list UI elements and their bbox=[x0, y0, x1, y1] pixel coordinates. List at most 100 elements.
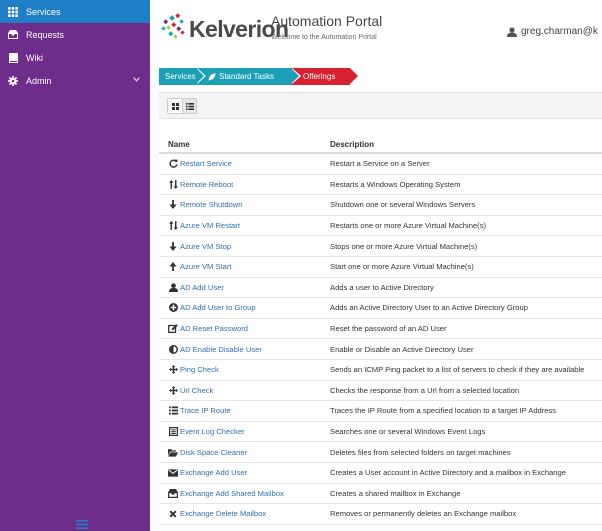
close-icon bbox=[168, 509, 178, 519]
half-circle-icon bbox=[168, 344, 178, 354]
offering-name-cell[interactable]: AD Add User to Group bbox=[159, 303, 330, 313]
table-row[interactable]: AD Add User to Group Adds an Active Direc… bbox=[159, 298, 602, 319]
table-row[interactable]: Exchange Add Shared Mailbox Creates a sha… bbox=[159, 484, 602, 505]
offering-name-cell[interactable]: Azure VM Stop bbox=[159, 241, 330, 251]
offering-name-link[interactable]: Exchange Add User bbox=[180, 468, 247, 477]
table-row[interactable]: Event Log Checker Searches one or several… bbox=[159, 422, 602, 443]
breadcrumb-standard-tasks[interactable]: Standard Tasks bbox=[196, 68, 301, 85]
offering-name-link[interactable]: Ping Check bbox=[180, 365, 219, 374]
move-arrows-icon bbox=[168, 365, 178, 375]
sidebar-item-label: Services bbox=[26, 6, 61, 17]
list-icon bbox=[168, 406, 178, 416]
table-row[interactable]: Azure VM Restart Restarts one or more Azu… bbox=[159, 216, 602, 237]
gear-icon bbox=[7, 75, 19, 87]
header: Kelverion Automation Portal Welcome to t… bbox=[150, 0, 602, 56]
kelverion-logo: Kelverion bbox=[160, 12, 289, 44]
offering-description: Removes or permanently deletes an Exchan… bbox=[330, 509, 517, 519]
list-view-button[interactable] bbox=[182, 99, 196, 113]
offering-name-link[interactable]: Azure VM Start bbox=[180, 262, 231, 271]
list-view-icon bbox=[185, 102, 194, 110]
offering-name-link[interactable]: Azure VM Restart bbox=[180, 221, 240, 230]
offering-name-link[interactable]: Exchange Delete Mailbox bbox=[180, 509, 266, 518]
sidebar-item-label: Admin bbox=[26, 75, 52, 86]
table-row[interactable]: Azure VM Start Start one or more Azure Vi… bbox=[159, 257, 602, 278]
table-row[interactable]: AD Enable Disable User Enable or Disable … bbox=[159, 339, 602, 360]
table-row[interactable]: Url Check Checks the response from a Url … bbox=[159, 381, 602, 402]
breadcrumb-label: Services bbox=[165, 72, 196, 81]
offering-description: Restarts one or more Azure Virtual Machi… bbox=[330, 221, 487, 231]
sidebar-item-requests[interactable]: Requests bbox=[0, 23, 150, 46]
table-row[interactable]: Remote Reboot Restarts a Windows Operatin… bbox=[159, 175, 602, 196]
offering-name-link[interactable]: AD Add User bbox=[180, 283, 224, 292]
offering-name-cell[interactable]: Ping Check bbox=[159, 365, 330, 375]
offering-description: Enable or Disable an Active Directory Us… bbox=[330, 344, 474, 354]
offering-name-cell[interactable]: AD Reset Password bbox=[159, 324, 330, 334]
arrow-down-icon bbox=[168, 241, 178, 251]
offering-name-cell[interactable]: Azure VM Restart bbox=[159, 221, 330, 231]
user-menu[interactable]: greg.charman@k bbox=[507, 26, 598, 37]
offering-name-link[interactable]: AD Enable Disable User bbox=[180, 345, 262, 354]
offering-name-link[interactable]: Trace IP Route bbox=[180, 406, 231, 415]
book-icon bbox=[7, 52, 19, 64]
sort-arrows-icon bbox=[168, 221, 178, 231]
grid-view-button[interactable] bbox=[168, 99, 182, 113]
table-row[interactable]: Remote Shutdown Shutdown one or several W… bbox=[159, 195, 602, 216]
table-row[interactable]: AD Add User Adds a user to Active Directo… bbox=[159, 278, 602, 299]
offering-name-cell[interactable]: Remote Shutdown bbox=[159, 200, 330, 210]
offering-name-link[interactable]: Azure VM Stop bbox=[180, 242, 231, 251]
offering-name-link[interactable]: Remote Reboot bbox=[180, 180, 233, 189]
offering-name-cell[interactable]: AD Enable Disable User bbox=[159, 344, 330, 354]
sidebar-item-admin[interactable]: Admin bbox=[0, 69, 150, 92]
column-header-description[interactable]: Description bbox=[330, 140, 602, 149]
offering-description: Searches one or several Windows Event Lo… bbox=[330, 427, 486, 437]
table-row[interactable]: Disk Space Cleaner Deletes files from sel… bbox=[159, 442, 602, 463]
offering-name-link[interactable]: AD Add User to Group bbox=[180, 303, 256, 312]
offering-description: Creates a shared mailbox in Exchange bbox=[330, 488, 461, 498]
offering-name-link[interactable]: Event Log Checker bbox=[180, 427, 245, 436]
offering-name-link[interactable]: Url Check bbox=[180, 386, 213, 395]
offering-name-cell[interactable]: Exchange Add User bbox=[159, 468, 330, 478]
offering-name-link[interactable]: Restart Service bbox=[180, 159, 232, 168]
offering-name-link[interactable]: Exchange Add Shared Mailbox bbox=[180, 489, 284, 498]
table-header: Name Description bbox=[159, 136, 602, 154]
sidebar-item-services[interactable]: Services bbox=[0, 0, 150, 23]
offering-name-cell[interactable]: Azure VM Start bbox=[159, 262, 330, 272]
offering-name-cell[interactable]: AD Add User bbox=[159, 282, 330, 292]
offering-name-cell[interactable]: Disk Space Cleaner bbox=[159, 447, 330, 457]
table-row[interactable]: Ping Check Sends an ICMP Ping packet to a… bbox=[159, 360, 602, 381]
table-row[interactable]: Exchange Delete Mailbox Removes or perman… bbox=[159, 504, 602, 525]
table-row[interactable]: Restart Service Restart a Service on a Se… bbox=[159, 154, 602, 175]
move-arrows-icon bbox=[168, 385, 178, 395]
offering-description: Creates a User account in Active Directo… bbox=[330, 468, 566, 478]
page-title: Automation Portal bbox=[271, 13, 383, 29]
offering-name-link[interactable]: Disk Space Cleaner bbox=[180, 448, 247, 457]
table-row[interactable]: Azure VM Stop Stops one or more Azure Vir… bbox=[159, 236, 602, 257]
breadcrumb-services[interactable]: Services bbox=[159, 68, 206, 85]
offering-name-link[interactable]: AD Reset Password bbox=[180, 324, 248, 333]
grid-view-icon bbox=[171, 102, 179, 110]
offering-description: Reset the password of an AD User bbox=[330, 324, 447, 334]
offering-description: Shutdown one or several Windows Servers bbox=[330, 200, 476, 210]
offering-description: Adds a user to Active Directory bbox=[330, 282, 434, 292]
page-subtitle: Welcome to the Automation Portal bbox=[271, 34, 377, 41]
offering-name-cell[interactable]: Restart Service bbox=[159, 159, 330, 169]
offering-name-cell[interactable]: Trace IP Route bbox=[159, 406, 330, 416]
column-header-name[interactable]: Name bbox=[159, 140, 330, 149]
table-row[interactable]: Exchange Add User Creates a User account … bbox=[159, 463, 602, 484]
offering-name-cell[interactable]: Exchange Add Shared Mailbox bbox=[159, 488, 330, 498]
sidebar-item-wiki[interactable]: Wiki bbox=[0, 46, 150, 69]
table-row[interactable]: Trace IP Route Traces the IP Route from a… bbox=[159, 401, 602, 422]
view-toggle bbox=[167, 98, 197, 114]
offering-name-cell[interactable]: Exchange Delete Mailbox bbox=[159, 509, 330, 519]
offering-name-cell[interactable]: Remote Reboot bbox=[159, 179, 330, 189]
app-window: Services Requests Wiki Admin Kelverion A… bbox=[0, 0, 602, 531]
offering-name-cell[interactable]: Url Check bbox=[159, 385, 330, 395]
offering-name-cell[interactable]: Event Log Checker bbox=[159, 427, 330, 437]
sort-arrows-icon bbox=[168, 179, 178, 189]
user-name: greg.charman@k bbox=[521, 26, 598, 37]
hamburger-menu-icon[interactable] bbox=[76, 516, 88, 529]
user-icon bbox=[168, 282, 178, 292]
breadcrumb: Services Standard Tasks Offerings bbox=[159, 68, 358, 85]
offering-name-link[interactable]: Remote Shutdown bbox=[180, 200, 242, 209]
table-row[interactable]: AD Reset Password Reset the password of a… bbox=[159, 319, 602, 340]
